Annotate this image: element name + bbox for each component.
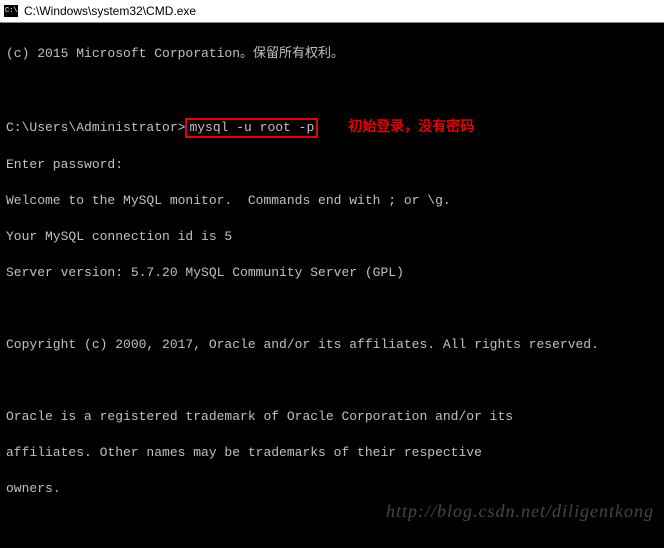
trademark-line-1: Oracle is a registered trademark of Orac… [6,408,658,426]
blank [6,372,658,390]
terminal-output[interactable]: (c) 2015 Microsoft Corporation。保留所有权利。 C… [0,23,664,548]
trademark-line-2: affiliates. Other names may be trademark… [6,444,658,462]
welcome-line: Welcome to the MySQL monitor. Commands e… [6,192,658,210]
blank [6,81,658,99]
blank [6,300,658,318]
connection-id-line: Your MySQL connection id is 5 [6,228,658,246]
server-version-line: Server version: 5.7.20 MySQL Community S… [6,264,658,282]
annotation-login: 初始登录，没有密码 [348,117,474,135]
window-title: C:\Windows\system32\CMD.exe [24,0,196,22]
oracle-copyright-line: Copyright (c) 2000, 2017, Oracle and/or … [6,336,658,354]
enter-password-line: Enter password: [6,156,658,174]
highlighted-command-login: mysql -u root -p [185,118,318,138]
window-titlebar[interactable]: C:\Windows\system32\CMD.exe [0,0,664,23]
cmd-icon [4,5,18,17]
copyright-line: (c) 2015 Microsoft Corporation。保留所有权利。 [6,45,658,63]
watermark-text: http://blog.csdn.net/diligentkong [386,502,654,520]
trademark-line-3: owners. [6,480,658,498]
shell-prompt: C:\Users\Administrator> [6,120,185,135]
